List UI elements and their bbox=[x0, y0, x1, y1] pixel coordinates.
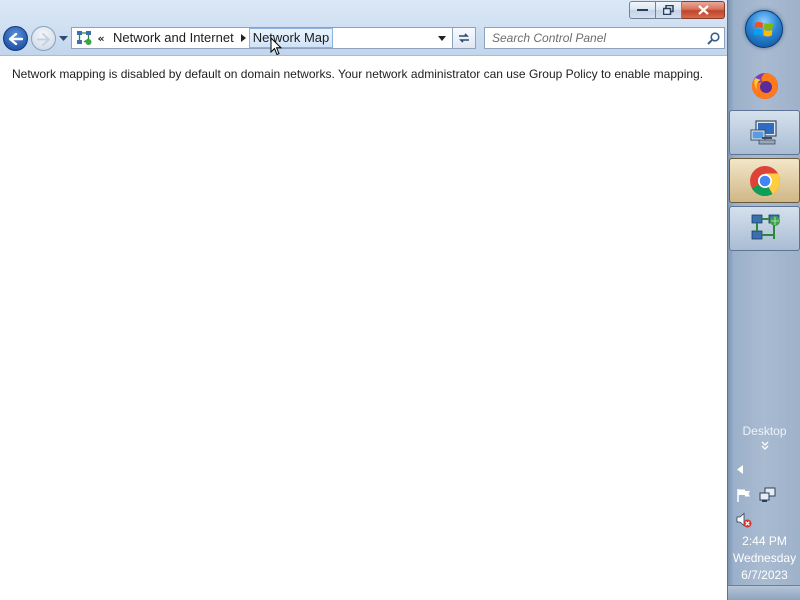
chrome-icon bbox=[749, 165, 780, 196]
window-chrome: « Network and Internet Network Map bbox=[0, 0, 727, 56]
search-icon[interactable] bbox=[702, 28, 724, 48]
clock-time: 2:44 PM bbox=[742, 534, 787, 548]
refresh-icon bbox=[459, 33, 469, 43]
minimize-button[interactable] bbox=[629, 1, 656, 19]
volume-muted-icon[interactable] bbox=[736, 512, 752, 528]
forward-arrow-icon bbox=[37, 33, 50, 46]
control-panel-window: « Network and Internet Network Map Netwo… bbox=[0, 0, 727, 600]
recent-pages-button[interactable] bbox=[57, 33, 69, 45]
start-button[interactable] bbox=[745, 10, 783, 48]
taskbar-network[interactable] bbox=[729, 206, 800, 251]
close-button[interactable] bbox=[682, 1, 725, 19]
network-mapping-disabled-message: Network mapping is disabled by default o… bbox=[12, 67, 704, 81]
back-button[interactable] bbox=[3, 26, 28, 51]
chevron-down-icon bbox=[438, 35, 446, 41]
network-icon bbox=[751, 214, 780, 239]
taskbar-clock[interactable]: 2:44 PM Wednesday 6/7/2023 bbox=[728, 533, 800, 584]
breadcrumb-network-and-internet[interactable]: Network and Internet bbox=[108, 28, 239, 48]
desktop-toolbar-label[interactable]: Desktop bbox=[728, 424, 800, 438]
clock-day: Wednesday bbox=[732, 551, 797, 565]
address-bar[interactable]: « Network and Internet Network Map bbox=[71, 27, 453, 49]
search-input[interactable] bbox=[485, 28, 702, 48]
taskbar: Desktop 2:44 PM Wednesday 6/7/2023 bbox=[727, 0, 800, 600]
clock-date: 6/7/2023 bbox=[741, 568, 788, 582]
chevron-right-icon bbox=[241, 34, 247, 42]
refresh-button[interactable] bbox=[453, 27, 476, 49]
back-arrow-icon bbox=[8, 32, 23, 45]
network-map-icon bbox=[74, 28, 94, 48]
taskbar-chrome[interactable] bbox=[729, 158, 800, 203]
restore-icon bbox=[663, 5, 674, 15]
show-desktop-button[interactable] bbox=[728, 585, 800, 600]
breadcrumb-network-map[interactable]: Network Map bbox=[248, 28, 334, 48]
minimize-icon bbox=[637, 9, 648, 11]
taskbar-firefox[interactable] bbox=[729, 63, 800, 108]
caption-buttons bbox=[629, 1, 725, 19]
action-center-flag-icon[interactable] bbox=[736, 488, 752, 502]
breadcrumb-separator-arrow[interactable] bbox=[239, 28, 249, 48]
network-status-icon[interactable] bbox=[759, 487, 776, 503]
double-chevron-down-icon bbox=[761, 441, 768, 450]
close-icon bbox=[697, 5, 709, 15]
breadcrumb-overflow[interactable]: « bbox=[94, 32, 108, 45]
mouse-cursor-icon bbox=[270, 37, 282, 56]
firefox-icon bbox=[751, 72, 778, 99]
show-hidden-icons-icon[interactable] bbox=[737, 465, 743, 474]
chevron-down-icon bbox=[58, 36, 68, 41]
search-box[interactable] bbox=[484, 27, 725, 49]
taskbar-remote-desktop[interactable] bbox=[729, 110, 800, 155]
windows-logo-icon bbox=[754, 22, 773, 37]
forward-button[interactable] bbox=[31, 26, 56, 51]
restore-button[interactable] bbox=[656, 1, 682, 19]
remote-desktop-icon bbox=[750, 119, 777, 144]
desktop-toolbar-expand[interactable] bbox=[728, 441, 800, 453]
address-history-dropdown[interactable] bbox=[432, 28, 452, 48]
